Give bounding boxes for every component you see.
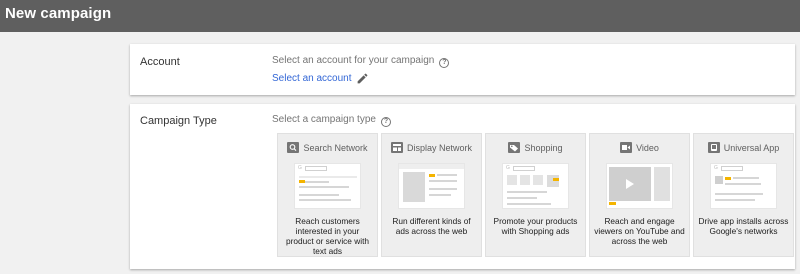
account-section-label: Account bbox=[140, 56, 180, 68]
preview-logo: G bbox=[506, 165, 510, 171]
preview-line bbox=[299, 194, 339, 196]
preview-ad-badge bbox=[725, 177, 731, 180]
preview-search-box bbox=[721, 166, 743, 171]
campaign-type-section: Campaign Type Select a campaign type? Se… bbox=[130, 104, 795, 269]
type-name: Search Network bbox=[303, 142, 368, 153]
type-description: Promote your products with Shopping ads bbox=[493, 216, 578, 236]
select-account-label: Select an account bbox=[272, 73, 352, 84]
preview-ad-badge bbox=[429, 174, 435, 177]
preview-product-image bbox=[547, 175, 559, 187]
account-section: Account Select an account for your campa… bbox=[130, 44, 795, 95]
top-app-bar: New campaign bbox=[0, 0, 800, 32]
preview-ad-badge bbox=[299, 180, 305, 183]
preview-line bbox=[733, 177, 759, 179]
preview-line bbox=[507, 191, 547, 193]
preview-line bbox=[725, 183, 761, 185]
type-name: Universal App bbox=[723, 142, 780, 153]
type-header: Video bbox=[590, 142, 689, 153]
type-name: Video bbox=[636, 142, 659, 153]
page-title: New campaign bbox=[5, 5, 112, 22]
preview-line bbox=[429, 194, 451, 196]
preview-line bbox=[507, 203, 551, 205]
preview-line bbox=[437, 174, 457, 176]
preview-logo: G bbox=[298, 165, 302, 171]
campaign-type-shopping[interactable]: Shopping G Promote your products with Sh… bbox=[485, 133, 586, 257]
preview-product bbox=[520, 175, 530, 185]
shopping-tag-icon bbox=[508, 142, 521, 153]
campaign-type-section-label: Campaign Type bbox=[140, 115, 217, 127]
campaign-type-options: Search Network G Reach customers interes… bbox=[277, 133, 794, 257]
preview-ad-badge bbox=[553, 178, 559, 181]
campaign-type-display-network[interactable]: Display Network Run different kinds of a… bbox=[381, 133, 482, 257]
campaign-type-prompt-text: Select a campaign type bbox=[272, 114, 376, 125]
preview-app-icon bbox=[715, 176, 723, 184]
type-name: Shopping bbox=[524, 142, 563, 153]
display-icon bbox=[390, 142, 403, 153]
shopping-ad-preview: G bbox=[502, 163, 569, 209]
play-icon bbox=[626, 179, 634, 189]
preview-ad-badge bbox=[609, 202, 616, 205]
preview-line bbox=[715, 193, 763, 195]
preview-line bbox=[715, 199, 755, 201]
select-account-link[interactable]: Select an account bbox=[272, 72, 369, 85]
type-description: Drive app installs across Google's netwo… bbox=[698, 216, 789, 236]
preview-line bbox=[429, 180, 457, 182]
preview-image bbox=[403, 172, 425, 202]
search-icon bbox=[287, 142, 300, 153]
preview-line bbox=[429, 188, 457, 190]
help-icon[interactable]: ? bbox=[439, 58, 450, 68]
campaign-type-video[interactable]: Video Reach and engage viewers on YouTub… bbox=[589, 133, 690, 257]
pencil-icon[interactable] bbox=[356, 72, 369, 85]
type-header: Display Network bbox=[382, 142, 481, 153]
preview-line bbox=[507, 197, 537, 199]
display-ad-preview bbox=[398, 163, 465, 209]
app-icon bbox=[707, 142, 720, 153]
type-name: Display Network bbox=[406, 142, 473, 153]
type-description: Run different kinds of ads across the we… bbox=[392, 216, 471, 236]
preview-search-box bbox=[305, 166, 327, 171]
preview-product bbox=[533, 175, 543, 185]
type-description: Reach customers interested in your produ… bbox=[285, 216, 369, 256]
type-header: Search Network bbox=[278, 142, 377, 153]
preview-logo: G bbox=[714, 165, 718, 171]
campaign-type-prompt: Select a campaign type? bbox=[272, 114, 391, 127]
campaign-type-universal-app[interactable]: Universal App G Drive app installs acros… bbox=[693, 133, 794, 257]
preview-line bbox=[299, 186, 349, 188]
type-header: Universal App bbox=[694, 142, 793, 153]
type-header: Shopping bbox=[486, 142, 585, 153]
video-ad-preview bbox=[606, 163, 673, 209]
preview-product bbox=[507, 175, 517, 185]
video-camera-icon bbox=[620, 142, 633, 153]
help-icon[interactable]: ? bbox=[380, 117, 391, 127]
app-ad-preview: G bbox=[710, 163, 777, 209]
preview-sidebar bbox=[654, 167, 670, 201]
account-prompt: Select an account for your campaign? bbox=[272, 55, 450, 68]
preview-line bbox=[299, 199, 351, 201]
account-prompt-text: Select an account for your campaign bbox=[272, 55, 435, 66]
search-ad-preview: G bbox=[294, 163, 361, 209]
preview-search-box bbox=[513, 166, 535, 171]
preview-header bbox=[399, 164, 464, 169]
type-description: Reach and engage viewers on YouTube and … bbox=[594, 216, 685, 246]
campaign-type-search-network[interactable]: Search Network G Reach customers interes… bbox=[277, 133, 378, 257]
preview-divider bbox=[299, 176, 357, 178]
